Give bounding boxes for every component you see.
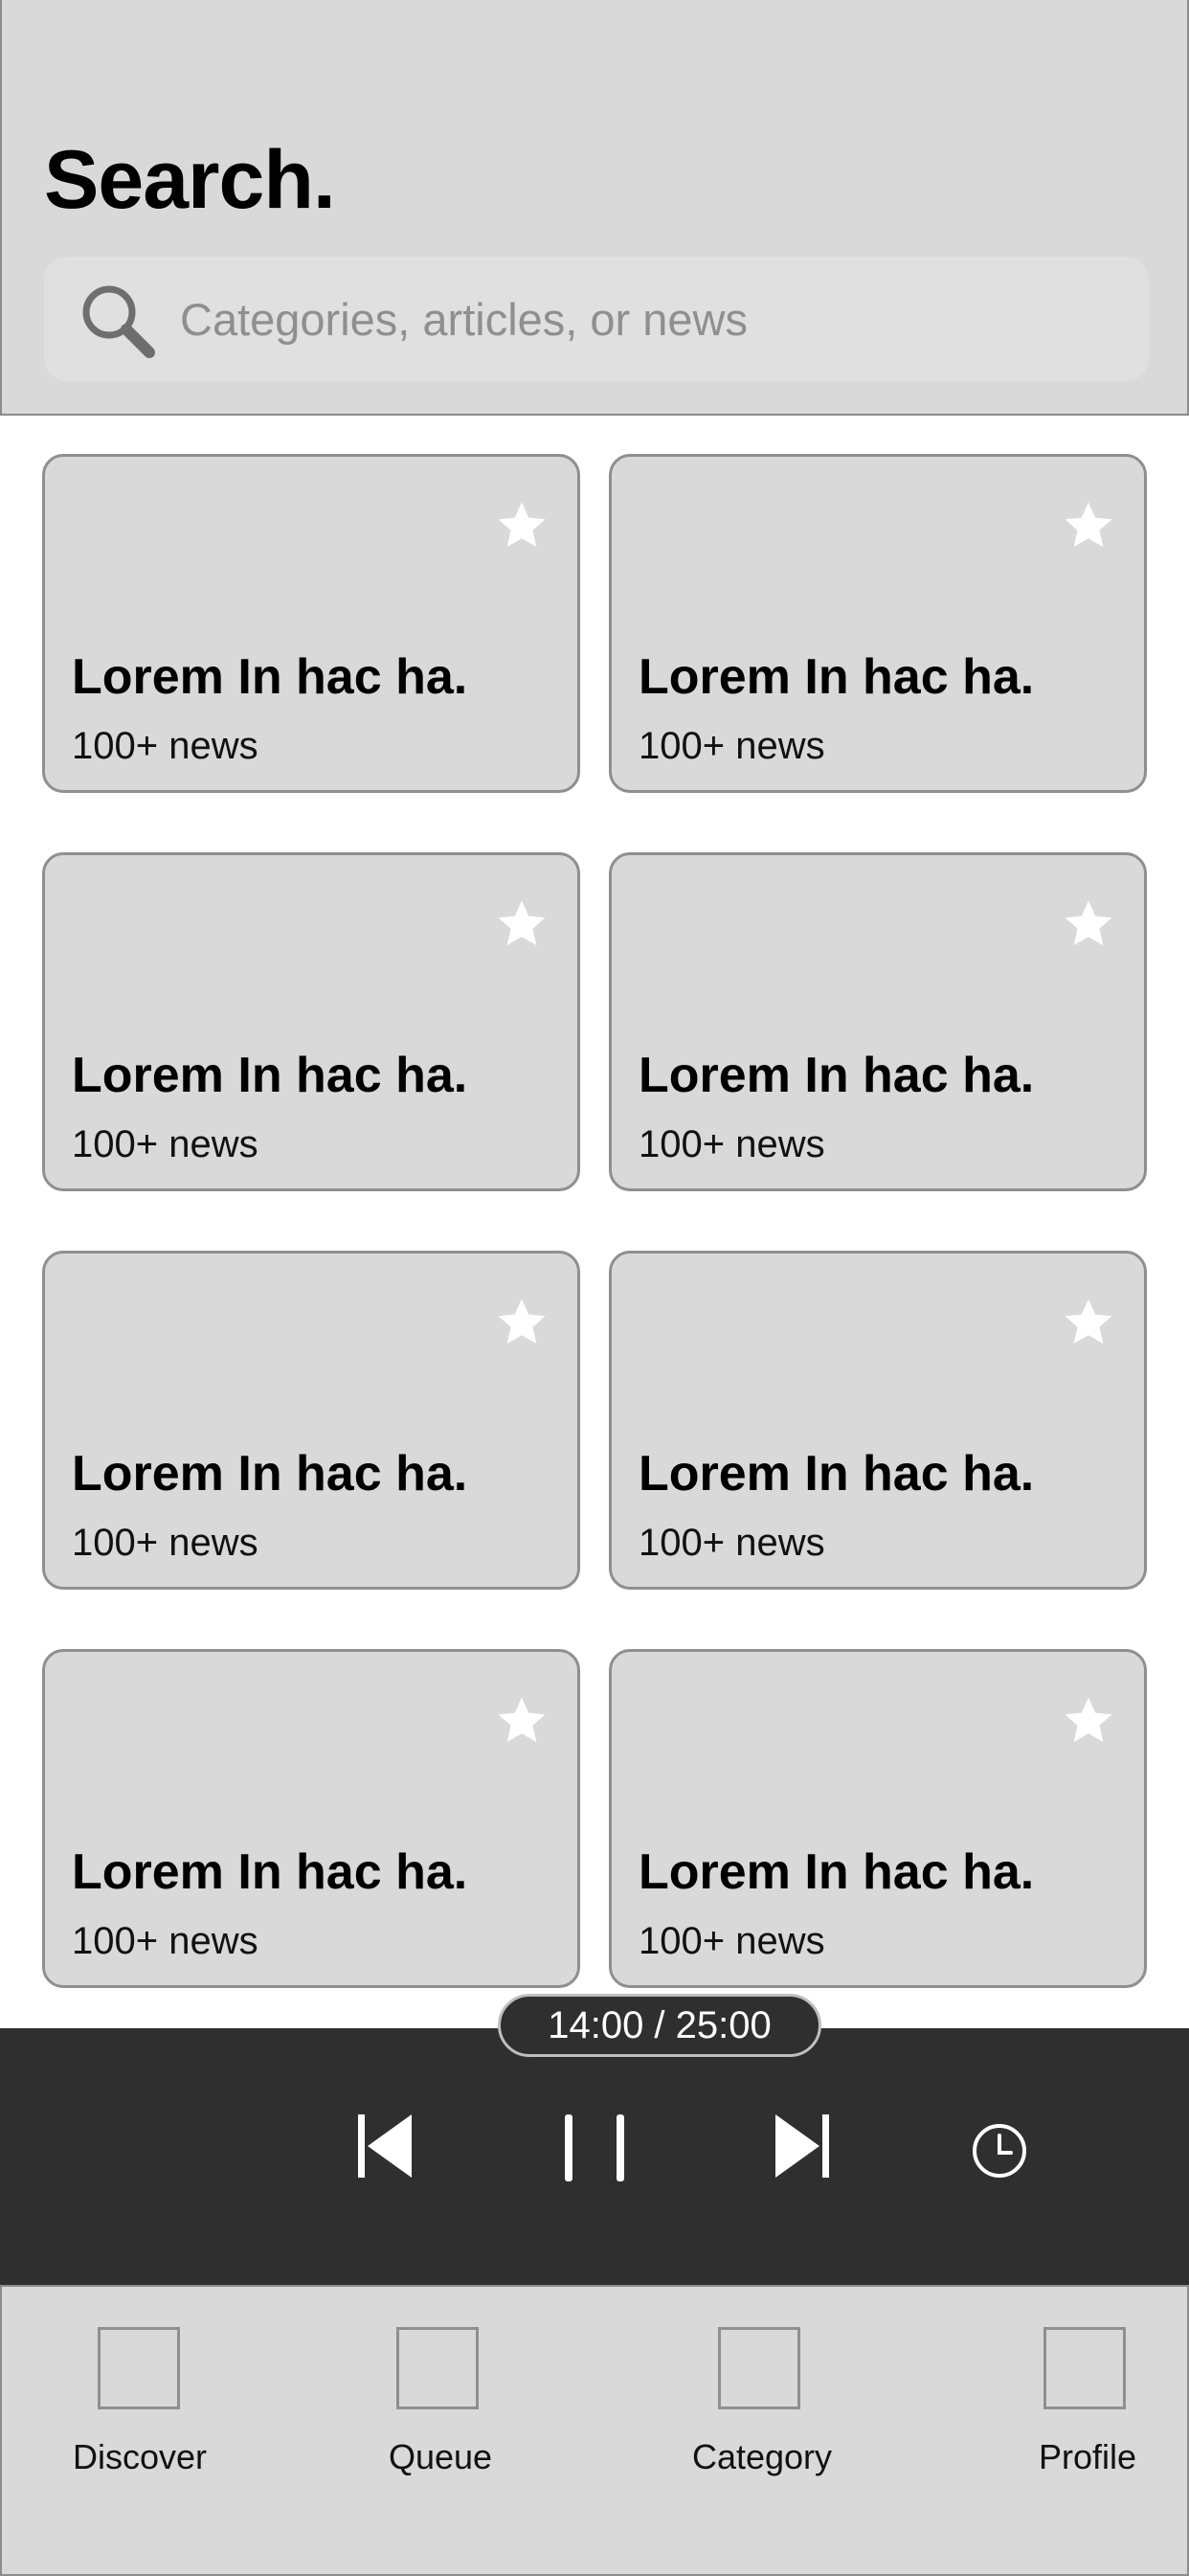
category-card[interactable]: Lorem In hac ha. 100+ news <box>42 454 580 793</box>
card-subtitle: 100+ news <box>72 1920 258 1962</box>
header: Search. Categories, articles, or news <box>0 0 1189 416</box>
card-subtitle: 100+ news <box>72 1123 258 1165</box>
category-card[interactable]: Lorem In hac ha. 100+ news <box>42 1649 580 1988</box>
category-card[interactable]: Lorem In hac ha. 100+ news <box>42 852 580 1191</box>
card-title: Lorem In hac ha. <box>639 1844 1035 1900</box>
nav-label: Discover <box>72 2437 208 2476</box>
profile-icon <box>1043 2327 1126 2409</box>
category-icon <box>718 2327 800 2409</box>
card-subtitle: 100+ news <box>639 1522 825 1564</box>
nav-item-queue[interactable]: Queue <box>345 2287 536 2574</box>
skip-previous-icon[interactable] <box>356 2113 414 2180</box>
search-icon <box>82 285 155 358</box>
card-subtitle: 100+ news <box>639 1920 825 1962</box>
star-icon[interactable] <box>1062 1694 1115 1748</box>
queue-icon <box>396 2327 479 2409</box>
card-title: Lorem In hac ha. <box>72 1048 468 1103</box>
star-icon[interactable] <box>495 1296 549 1349</box>
card-title: Lorem In hac ha. <box>72 1844 468 1900</box>
nav-label: Profile <box>1038 2437 1137 2476</box>
playback-time: 14:00 / 25:00 <box>498 1994 821 2057</box>
discover-icon <box>98 2327 180 2409</box>
card-title: Lorem In hac ha. <box>639 1446 1035 1502</box>
category-card[interactable]: Lorem In hac ha. 100+ news <box>42 1251 580 1590</box>
skip-next-icon[interactable] <box>774 2113 831 2180</box>
card-title: Lorem In hac ha. <box>72 1446 468 1502</box>
nav-item-discover[interactable]: Discover <box>44 2287 236 2574</box>
page-title: Search. <box>44 134 336 226</box>
media-player <box>0 2028 1189 2285</box>
category-card[interactable]: Lorem In hac ha. 100+ news <box>609 852 1147 1191</box>
search-placeholder: Categories, articles, or news <box>180 294 748 345</box>
card-subtitle: 100+ news <box>72 1522 258 1564</box>
card-subtitle: 100+ news <box>639 725 825 767</box>
card-subtitle: 100+ news <box>72 725 258 767</box>
nav-label: Category <box>691 2437 833 2476</box>
category-grid: Lorem In hac ha. 100+ news Lorem In hac … <box>42 454 1147 1988</box>
star-icon[interactable] <box>495 499 549 553</box>
card-title: Lorem In hac ha. <box>72 649 468 705</box>
nav-label: Queue <box>388 2437 493 2476</box>
star-icon[interactable] <box>495 1694 549 1748</box>
card-subtitle: 100+ news <box>639 1123 825 1165</box>
card-title: Lorem In hac ha. <box>639 1048 1035 1103</box>
category-card[interactable]: Lorem In hac ha. 100+ news <box>609 454 1147 793</box>
star-icon[interactable] <box>1062 499 1115 553</box>
search-input[interactable]: Categories, articles, or news <box>44 257 1149 381</box>
category-card[interactable]: Lorem In hac ha. 100+ news <box>609 1251 1147 1590</box>
nav-item-category[interactable]: Category <box>666 2287 858 2574</box>
clock-icon[interactable] <box>971 2122 1028 2180</box>
star-icon[interactable] <box>495 897 549 951</box>
pause-icon[interactable] <box>563 2113 626 2183</box>
star-icon[interactable] <box>1062 897 1115 951</box>
star-icon[interactable] <box>1062 1296 1115 1349</box>
nav-item-profile[interactable]: Profile <box>992 2287 1183 2574</box>
bottom-nav: Discover Queue Category Profile <box>0 2285 1189 2576</box>
category-card[interactable]: Lorem In hac ha. 100+ news <box>609 1649 1147 1988</box>
card-title: Lorem In hac ha. <box>639 649 1035 705</box>
